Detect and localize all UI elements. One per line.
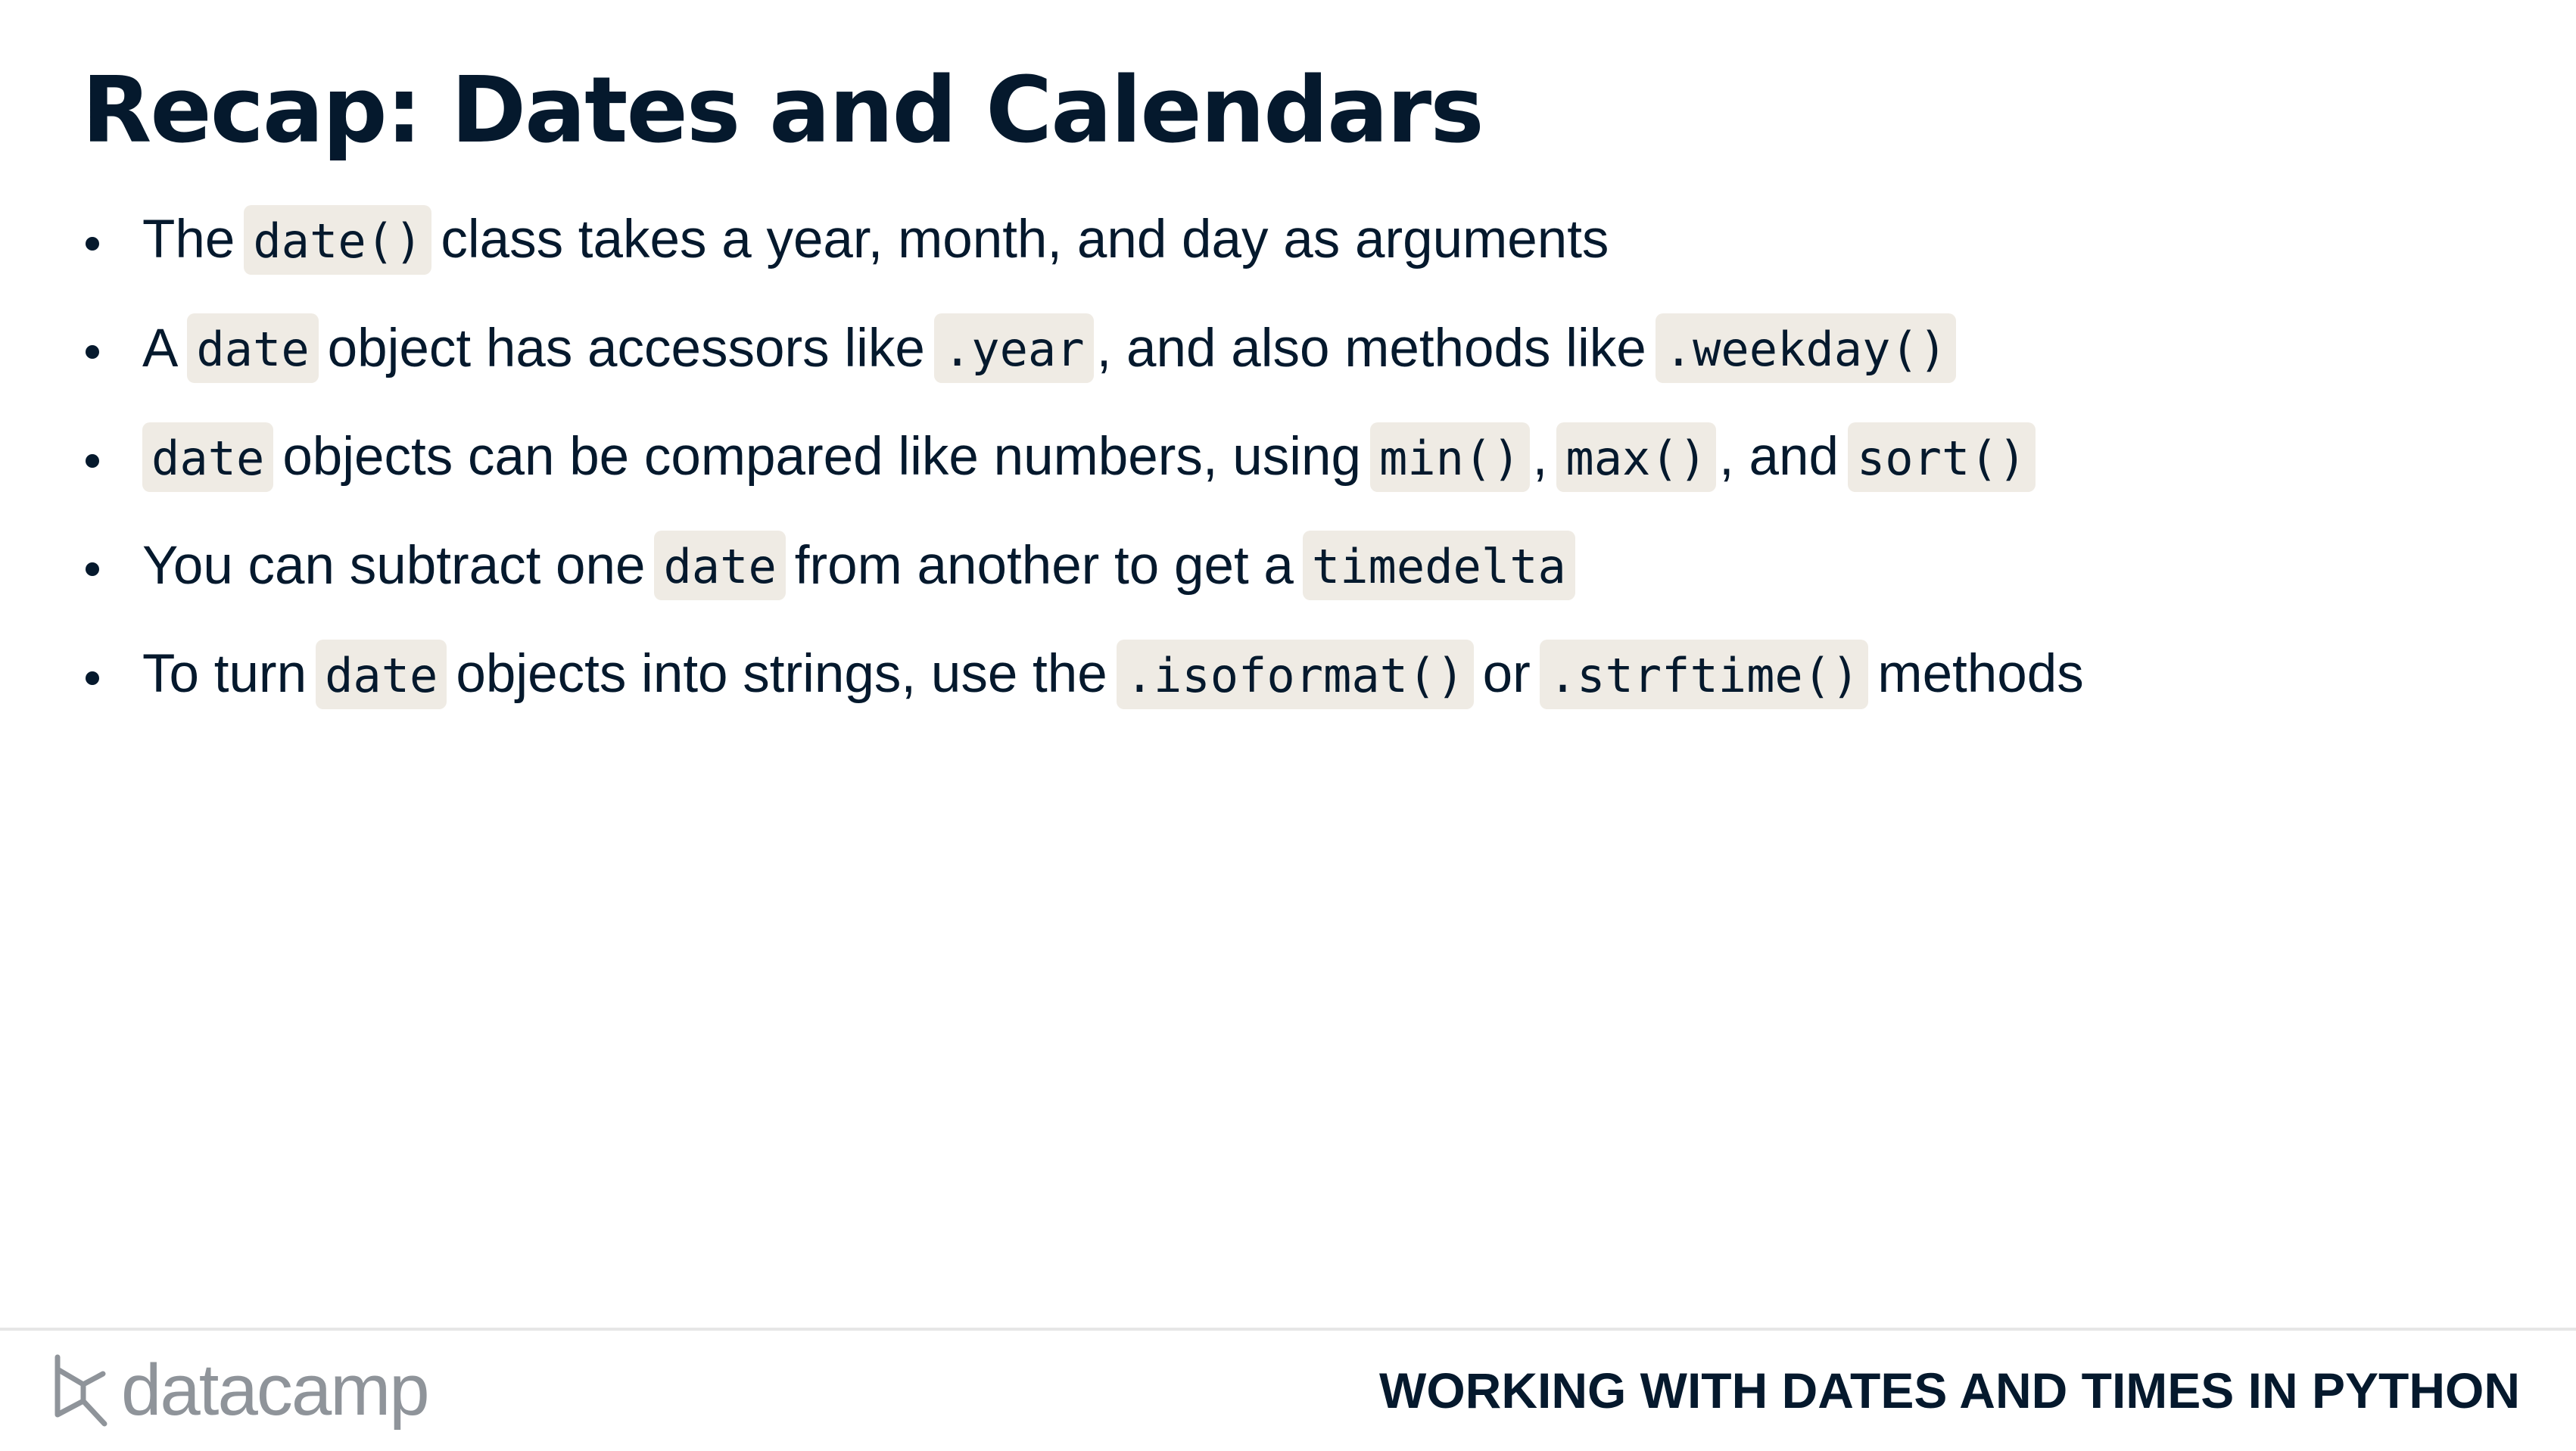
code-snippet: .weekday() [1655, 313, 1957, 384]
bullet-text: , and also methods like [1096, 318, 1646, 378]
datacamp-logo: datacamp [53, 1349, 430, 1432]
recap-bullet-list: The date() class takes a year, month, an… [82, 185, 2084, 729]
bullet-item: The date() class takes a year, month, an… [82, 185, 2084, 294]
bullet-text: You can subtract one [142, 535, 646, 596]
code-snippet: max() [1556, 422, 1717, 492]
code-snippet: .year [933, 313, 1094, 384]
bullet-item: You can subtract one date from another t… [82, 512, 2084, 621]
bullet-text: , [1532, 427, 1548, 487]
code-snippet: date [187, 313, 319, 384]
bullet-text: The [142, 210, 235, 270]
bullet-text: A [142, 318, 179, 378]
code-snippet: .isoformat() [1116, 639, 1474, 709]
bullet-item: A date object has accessors like .year ,… [82, 294, 2084, 403]
code-snippet: date [316, 639, 447, 709]
bullet-text: object has accessors like [327, 318, 925, 378]
code-snippet: .strftime() [1539, 639, 1869, 709]
bullet-item: date objects can be compared like number… [82, 403, 2084, 512]
bullet-text: To turn [142, 644, 307, 705]
datacamp-logo-icon [55, 1354, 107, 1427]
bullet-text: objects can be compared like numbers, us… [282, 427, 1362, 487]
code-snippet: date() [244, 204, 432, 275]
bullet-item: To turn date objects into strings, use t… [82, 620, 2084, 729]
bullet-text: methods [1877, 644, 2084, 705]
bullet-text: from another to get a [794, 535, 1294, 596]
slide-title: Recap: Dates and Calendars [82, 58, 1484, 163]
footer-divider [0, 1328, 2576, 1331]
bullet-text: or [1482, 644, 1531, 705]
code-snippet: date [654, 531, 786, 601]
bullet-text: objects into strings, use the [456, 644, 1107, 705]
course-title: WORKING WITH DATES AND TIMES IN PYTHON [1379, 1362, 2520, 1418]
bullet-text: class takes a year, month, and day as ar… [441, 210, 1609, 270]
code-snippet: date [142, 422, 274, 492]
code-snippet: min() [1370, 422, 1530, 492]
bullet-text: , and [1719, 427, 1839, 487]
code-snippet: sort() [1847, 422, 2036, 492]
code-snippet: timedelta [1302, 531, 1575, 601]
logo-wordmark: datacamp [121, 1350, 430, 1431]
